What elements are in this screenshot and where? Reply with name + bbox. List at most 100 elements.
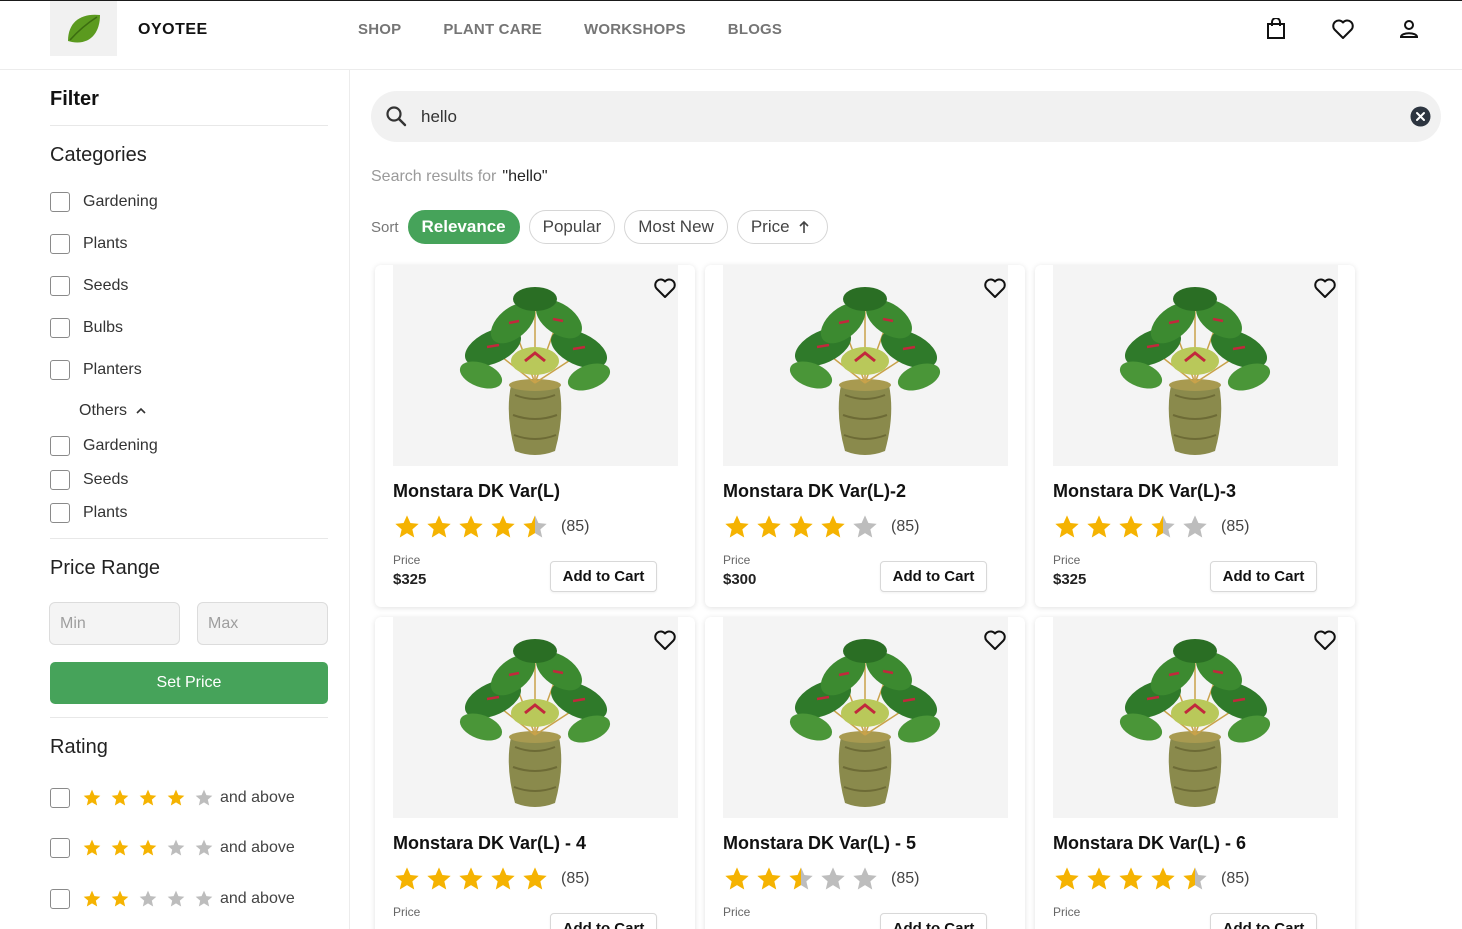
filter-sidebar: Filter Categories Gardening Plants Seeds… — [0, 70, 350, 929]
price-label: Price — [723, 905, 751, 919]
product-title[interactable]: Monstara DK Var(L) - 5 — [723, 833, 916, 854]
star-empty-icon — [167, 839, 185, 856]
checkbox[interactable] — [50, 503, 70, 523]
star-filled-icon — [821, 515, 845, 538]
rating-filter-row[interactable]: and above — [50, 788, 295, 808]
sort-popular-chip[interactable]: Popular — [528, 210, 616, 244]
nav-plant-care[interactable]: PLANT CARE — [443, 21, 542, 38]
star-filled-icon — [491, 515, 515, 538]
set-price-button[interactable]: Set Price — [50, 662, 328, 704]
others-plants[interactable]: Plants — [50, 503, 127, 523]
checkbox[interactable] — [50, 318, 70, 338]
add-to-cart-button[interactable]: Add to Cart — [880, 561, 987, 592]
others-toggle[interactable]: Others — [79, 402, 147, 420]
min-price-input[interactable] — [49, 602, 180, 645]
search-input[interactable]: hello — [421, 107, 457, 127]
product-image[interactable] — [1053, 617, 1338, 818]
product-rating: (85) — [393, 865, 589, 893]
sort-most-new-chip[interactable]: Most New — [624, 210, 728, 244]
category-seeds[interactable]: Seeds — [50, 276, 128, 296]
favorite-heart-icon[interactable] — [1313, 629, 1337, 651]
star-filled-icon — [757, 867, 781, 890]
max-price-input[interactable] — [197, 602, 328, 645]
category-gardening[interactable]: Gardening — [50, 192, 158, 212]
product-image[interactable] — [723, 617, 1008, 818]
product-card[interactable]: Monstara DK Var(L)-2 (85) Price $300 Add… — [705, 265, 1025, 607]
review-count: (85) — [891, 518, 920, 535]
wishlist-heart-icon[interactable] — [1331, 17, 1355, 41]
favorite-heart-icon[interactable] — [1313, 277, 1337, 299]
star-filled-icon — [139, 789, 157, 806]
checkbox[interactable] — [50, 889, 70, 909]
favorite-heart-icon[interactable] — [653, 629, 677, 651]
add-to-cart-button[interactable]: Add to Cart — [1210, 561, 1317, 592]
star-filled-icon — [111, 890, 129, 907]
product-image[interactable] — [1053, 265, 1338, 466]
sort-price-label: Price — [750, 217, 790, 236]
main-nav: SHOP PLANT CARE WORKSHOPS BLOGS — [358, 21, 782, 38]
star-empty-icon — [195, 789, 213, 806]
checkbox[interactable] — [50, 788, 70, 808]
leaf-icon — [67, 14, 100, 42]
category-bulbs[interactable]: Bulbs — [50, 318, 123, 338]
and-above-label: and above — [220, 789, 295, 806]
product-card[interactable]: Monstara DK Var(L)-3 (85) Price $325 Add… — [1035, 265, 1355, 607]
product-title[interactable]: Monstara DK Var(L)-2 — [723, 481, 906, 502]
checkbox[interactable] — [50, 838, 70, 858]
brand-name[interactable]: OYOTEE — [138, 21, 208, 39]
potted-plant-image — [459, 287, 611, 455]
add-to-cart-button[interactable]: Add to Cart — [880, 913, 987, 929]
product-title[interactable]: Monstara DK Var(L) - 4 — [393, 833, 586, 854]
category-planters[interactable]: Planters — [50, 360, 142, 380]
sort-price-chip[interactable]: Price — [736, 210, 828, 244]
logo[interactable] — [50, 1, 117, 56]
add-to-cart-button[interactable]: Add to Cart — [550, 913, 657, 929]
product-title[interactable]: Monstara DK Var(L) — [393, 481, 560, 502]
others-gardening[interactable]: Gardening — [50, 436, 158, 456]
rating-filter-row[interactable]: and above — [50, 889, 295, 909]
checkbox[interactable] — [50, 470, 70, 490]
clear-search-icon[interactable] — [1410, 106, 1431, 127]
product-card[interactable]: Monstara DK Var(L) (85) Price $325 Add t… — [375, 265, 695, 607]
product-card[interactable]: Monstara DK Var(L) - 5 (85) Price Add to… — [705, 617, 1025, 929]
add-to-cart-button[interactable]: Add to Cart — [1210, 913, 1317, 929]
rating-stars — [82, 788, 214, 808]
checkbox[interactable] — [50, 276, 70, 296]
product-card[interactable]: Monstara DK Var(L) - 4 (85) Price Add to… — [375, 617, 695, 929]
checkbox[interactable] — [50, 234, 70, 254]
product-card[interactable]: Monstara DK Var(L) - 6 (85) Price Add to… — [1035, 617, 1355, 929]
nav-blogs[interactable]: BLOGS — [728, 21, 782, 38]
favorite-heart-icon[interactable] — [653, 277, 677, 299]
star-filled-icon — [1151, 867, 1175, 890]
user-icon[interactable] — [1397, 17, 1421, 41]
star-filled-icon — [725, 867, 749, 890]
price-label: Price — [393, 905, 421, 919]
divider — [50, 538, 328, 539]
price-label: Price — [723, 553, 751, 567]
checkbox[interactable] — [50, 436, 70, 456]
product-image[interactable] — [393, 617, 678, 818]
product-title[interactable]: Monstara DK Var(L) - 6 — [1053, 833, 1246, 854]
product-image[interactable] — [723, 265, 1008, 466]
checkbox[interactable] — [50, 192, 70, 212]
star-filled-icon — [83, 839, 101, 856]
others-seeds[interactable]: Seeds — [50, 470, 128, 490]
star-empty-icon — [821, 867, 845, 890]
star-half-icon — [1151, 515, 1175, 538]
rating-filter-row[interactable]: and above — [50, 838, 295, 858]
favorite-heart-icon[interactable] — [983, 277, 1007, 299]
category-plants[interactable]: Plants — [50, 234, 127, 254]
category-label: Bulbs — [83, 319, 124, 336]
nav-workshops[interactable]: WORKSHOPS — [584, 21, 686, 38]
favorite-heart-icon[interactable] — [983, 629, 1007, 651]
sort-relevance-chip[interactable]: Relevance — [407, 210, 520, 244]
add-to-cart-button[interactable]: Add to Cart — [550, 561, 657, 592]
product-image[interactable] — [393, 265, 678, 466]
search-bar[interactable]: hello — [371, 91, 1441, 142]
product-title[interactable]: Monstara DK Var(L)-3 — [1053, 481, 1236, 502]
star-filled-icon — [491, 867, 515, 890]
checkbox[interactable] — [50, 360, 70, 380]
review-count: (85) — [891, 870, 920, 887]
nav-shop[interactable]: SHOP — [358, 21, 401, 38]
cart-bag-icon[interactable] — [1264, 17, 1288, 41]
